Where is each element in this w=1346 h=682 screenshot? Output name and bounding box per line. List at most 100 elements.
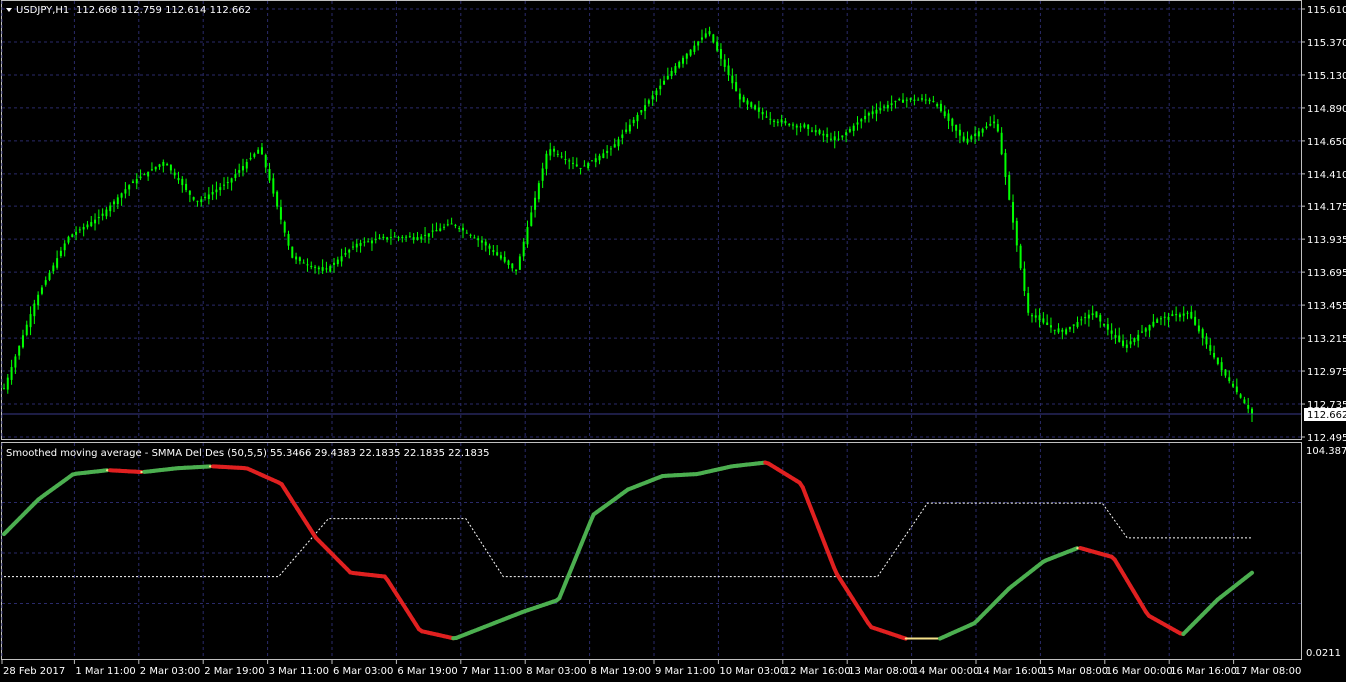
candle-body xyxy=(1239,394,1242,398)
candle-body xyxy=(382,236,385,239)
candle-body xyxy=(1175,314,1178,316)
candle-body xyxy=(207,194,210,199)
candle-body xyxy=(1251,408,1253,415)
candle-body xyxy=(977,131,980,137)
candle-body xyxy=(568,160,571,162)
candle-body xyxy=(1213,352,1216,358)
candle-body xyxy=(712,34,715,43)
time-tick-label: 7 Mar 11:00 xyxy=(462,666,522,677)
candle-body xyxy=(465,232,468,234)
candle-body xyxy=(719,49,722,59)
candle-body xyxy=(602,153,605,159)
candle-body xyxy=(1220,362,1223,371)
candle-body xyxy=(613,144,616,148)
candle-body xyxy=(1012,202,1015,223)
candle-body xyxy=(397,237,400,239)
candle-body xyxy=(924,99,927,101)
candle-body xyxy=(1084,317,1087,319)
indicator-header: Smoothed moving average - SMMA Del Des (… xyxy=(6,448,490,459)
candle-body xyxy=(951,118,954,126)
candle-body xyxy=(454,224,457,226)
time-tick-label: 3 Mar 11:00 xyxy=(269,666,329,677)
candle-body xyxy=(625,129,628,132)
candle-body xyxy=(18,345,21,356)
candle-body xyxy=(1159,318,1162,320)
candle-body xyxy=(898,99,901,101)
time-tick-label: 1 Mar 11:00 xyxy=(75,666,135,677)
candle-body xyxy=(128,185,131,190)
candle-body xyxy=(1038,315,1041,321)
time-tick-label: 10 Mar 03:00 xyxy=(719,666,786,677)
candle-body xyxy=(939,103,942,112)
candle-body xyxy=(807,124,810,129)
price-tick-label: 114.410 xyxy=(1307,170,1346,181)
candle-body xyxy=(848,128,851,132)
candle-body xyxy=(329,266,332,272)
candle-body xyxy=(499,255,502,259)
candle-body xyxy=(894,100,897,102)
candle-body xyxy=(33,303,36,317)
candle-body xyxy=(196,200,199,202)
candle-body xyxy=(257,149,260,154)
candle-body xyxy=(867,113,870,116)
indicator-lines xyxy=(2,460,1254,641)
candle-body xyxy=(864,115,867,120)
candle-body xyxy=(765,116,768,118)
candle-body xyxy=(143,174,146,176)
time-tick-label: 16 Mar 00:00 xyxy=(1106,666,1173,677)
candle-body xyxy=(875,109,878,114)
candle-body xyxy=(727,65,730,76)
candle-body xyxy=(1235,386,1238,393)
candle-body xyxy=(276,191,279,207)
candle-body xyxy=(708,31,711,35)
candle-body xyxy=(644,105,647,112)
candle-body xyxy=(101,213,104,216)
candle-body xyxy=(735,82,738,92)
candle-body xyxy=(678,61,681,68)
symbol-dropdown-icon[interactable] xyxy=(6,8,12,12)
candle-body xyxy=(211,192,214,195)
time-tick-label: 6 Mar 19:00 xyxy=(397,666,457,677)
candle-body xyxy=(1065,329,1068,335)
candle-body xyxy=(879,108,882,111)
candle-body xyxy=(564,158,567,160)
candle-body xyxy=(981,128,984,133)
ohlc-readout: 112.668 112.759 112.614 112.662 xyxy=(76,5,251,16)
candle-body xyxy=(1099,315,1102,322)
candle-body xyxy=(359,242,362,246)
indicator-grid xyxy=(1,443,1301,659)
candle-body xyxy=(249,157,252,160)
candle-body xyxy=(484,241,487,246)
candle-body xyxy=(530,212,533,226)
candle-body xyxy=(150,169,153,171)
candle-body xyxy=(541,168,544,181)
candle-body xyxy=(920,98,923,100)
candle-body xyxy=(587,163,590,169)
candle-body xyxy=(431,230,434,232)
candle-body xyxy=(408,236,411,238)
price-scale: 115.610 115.370 115.130 114.890 114.650 114.4… xyxy=(1301,5,1346,444)
candle-body xyxy=(37,294,40,306)
candle-body xyxy=(427,233,430,237)
candle-body xyxy=(776,121,779,123)
time-axis: 28 Feb 2017 1 Mar 11:00 2 Mar 03:00 2 Mar 1… xyxy=(1,660,1301,677)
candle-body xyxy=(488,245,491,249)
time-tick-label: 14 Mar 16:00 xyxy=(977,666,1044,677)
candle-body xyxy=(1167,316,1170,320)
candle-body xyxy=(1163,316,1166,318)
candle-body xyxy=(689,49,692,56)
candle-body xyxy=(909,98,912,100)
candle-body xyxy=(659,85,662,90)
candle-body xyxy=(424,234,427,236)
candle-body xyxy=(268,168,271,181)
candle-body xyxy=(1156,319,1159,323)
candle-body xyxy=(902,99,905,103)
candle-body xyxy=(1201,329,1204,338)
candle-body xyxy=(1110,330,1113,334)
indicator-scale-top: 104.3874 xyxy=(1306,446,1346,457)
candle-body xyxy=(1057,328,1060,333)
candle-body xyxy=(25,324,28,335)
candle-body xyxy=(52,265,55,272)
candle-body xyxy=(226,181,229,183)
candle-body xyxy=(401,237,404,239)
